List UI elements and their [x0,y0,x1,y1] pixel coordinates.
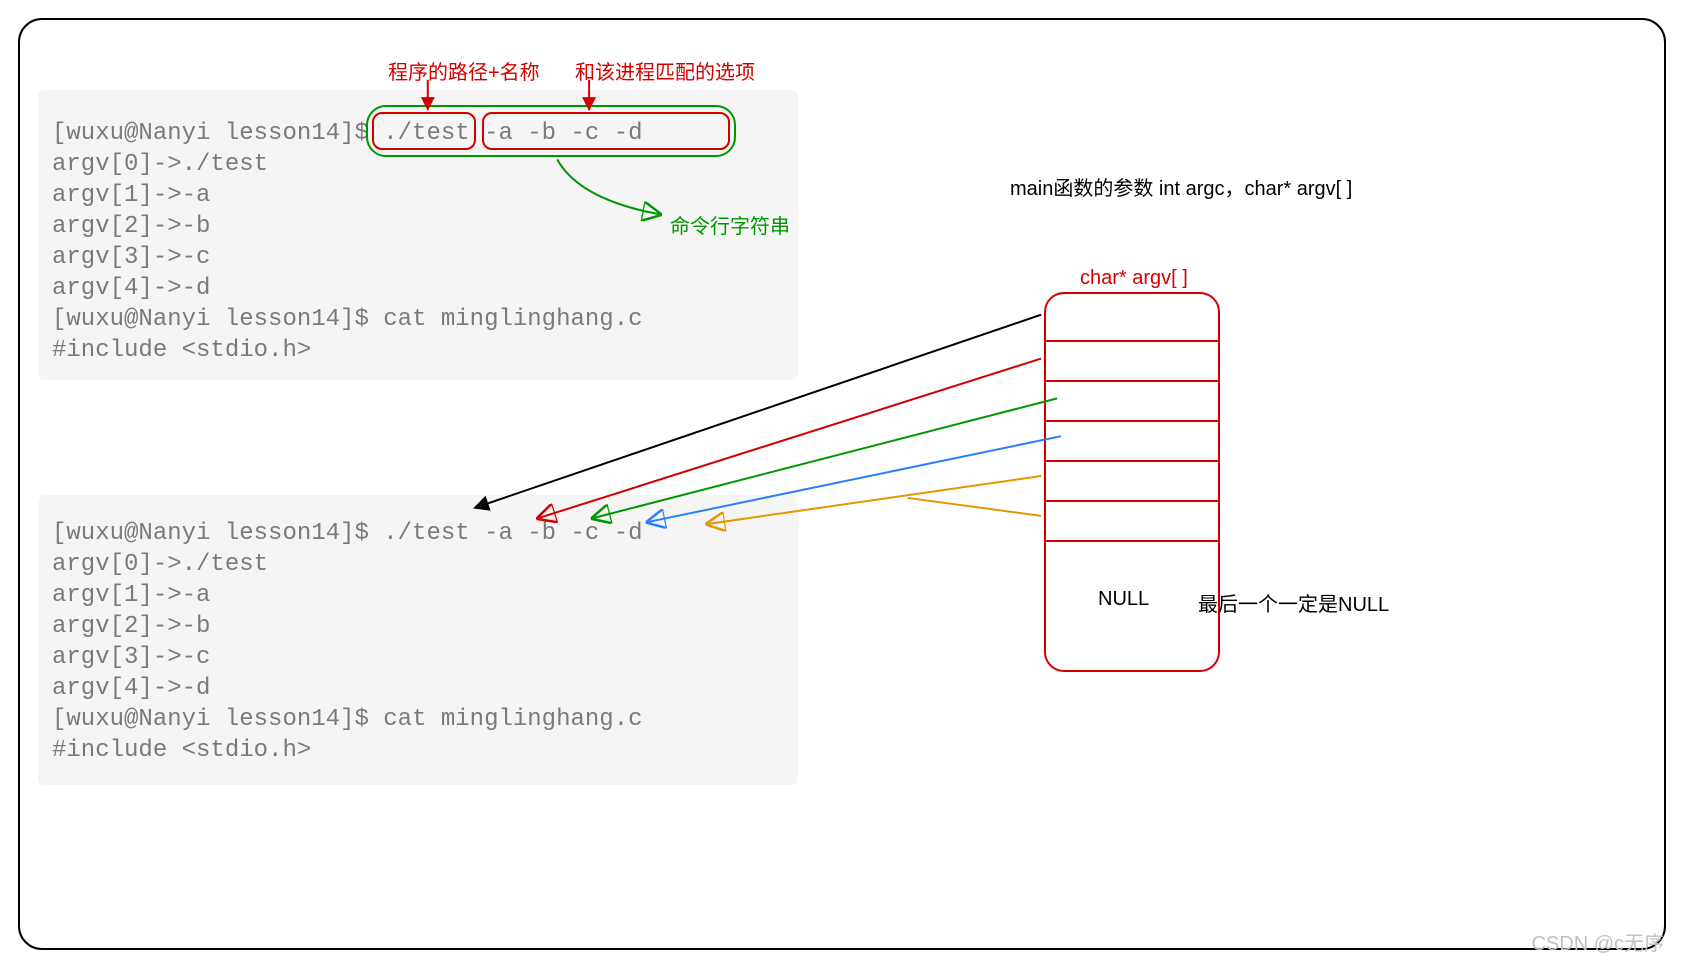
red-box-options [482,112,730,150]
argv-row-3 [1044,420,1220,422]
annot-path-name: 程序的路径+名称 [388,56,540,85]
argv-array-title: char* argv[ ] [1080,267,1188,290]
term1-line6: argv[4]->-d [52,275,210,302]
argv-row-6 [1044,540,1220,542]
term1-line3: argv[1]->-a [52,182,210,209]
term1-line7: [wuxu@Nanyi lesson14]$ cat minglinghang.… [52,306,643,333]
null-note: 最后一个一定是NULL [1198,588,1389,617]
term2-line2: argv[0]->./test [52,551,268,578]
null-label: NULL [1098,588,1149,611]
argv-row-2 [1044,380,1220,382]
argv-row-5 [1044,500,1220,502]
term2-line6: argv[4]->-d [52,675,210,702]
term1-line4: argv[2]->-b [52,213,210,240]
term1-line8: #include <stdio.h> [52,337,311,364]
argv-row-4 [1044,460,1220,462]
argv-row-1 [1044,340,1220,342]
term2-line8: #include <stdio.h> [52,737,311,764]
red-box-program [372,112,476,150]
term1-line2: argv[0]->./test [52,151,268,178]
annot-options: 和该进程匹配的选项 [575,56,755,85]
term2-line4: argv[2]->-b [52,613,210,640]
term2-line5: argv[3]->-c [52,644,210,671]
term2-line3: argv[1]->-a [52,582,210,609]
term2-line1: [wuxu@Nanyi lesson14]$ ./test -a -b -c -… [52,520,643,547]
watermark: CSDN @c无序 [1531,927,1664,956]
argv-array-box [1044,292,1220,672]
diagram-container: 程序的路径+名称 和该进程匹配的选项 [wuxu@Nanyi lesson14]… [18,18,1666,950]
term2-line7: [wuxu@Nanyi lesson14]$ cat minglinghang.… [52,706,643,733]
main-params-label: main函数的参数 int argc，char* argv[ ] [1010,172,1352,201]
term1-line5: argv[3]->-c [52,244,210,271]
annot-command-string: 命令行字符串 [670,210,790,239]
